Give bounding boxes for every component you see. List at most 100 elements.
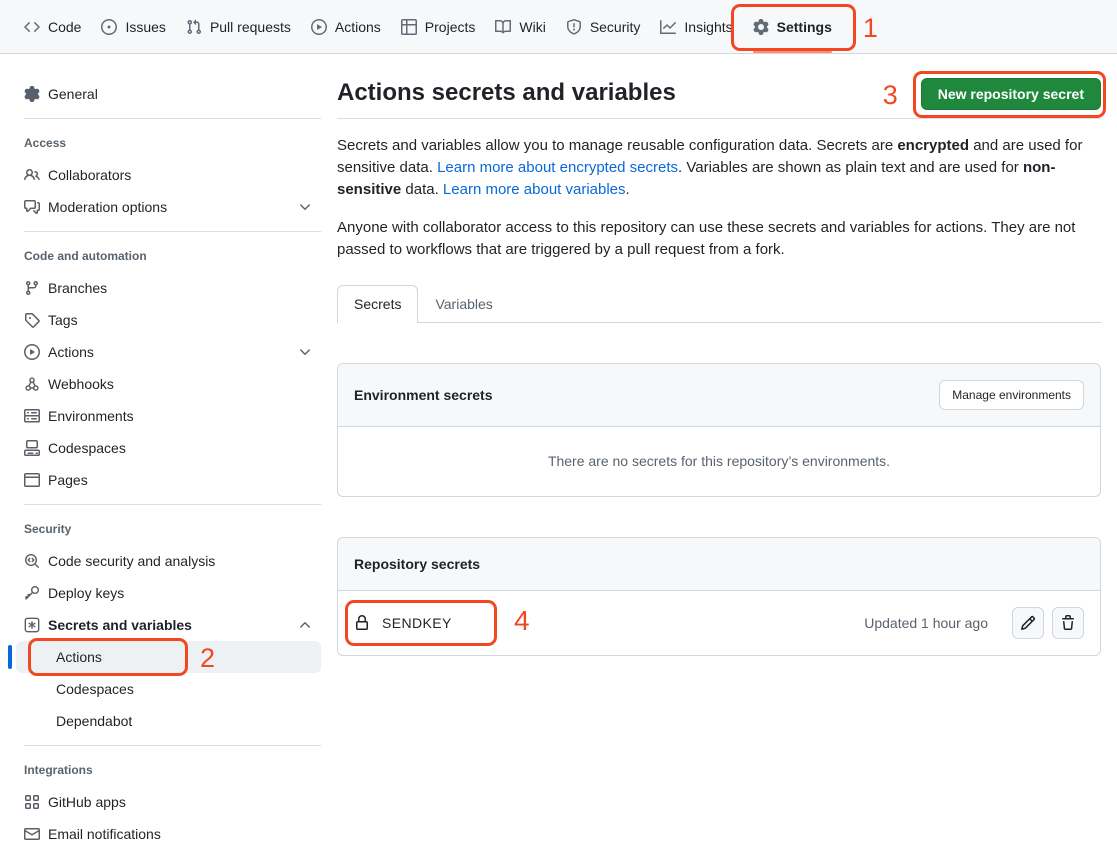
apps-icon <box>24 794 40 810</box>
nav-tab-wiki[interactable]: Wiki <box>485 0 555 53</box>
chevron-up-icon <box>297 617 313 633</box>
codescan-icon <box>24 553 40 569</box>
sidebar-item-label: Environments <box>48 408 134 424</box>
sidebar-item-actions[interactable]: Actions <box>16 336 321 368</box>
description-paragraph-1: Secrets and variables allow you to manag… <box>337 135 1101 201</box>
gear-icon <box>24 86 40 102</box>
lock-icon <box>354 615 370 631</box>
settings-sidebar: General Access Collaborators Moderation … <box>0 54 337 850</box>
secret-row-actions: Updated 1 hour ago <box>864 607 1084 639</box>
sidebar-item-label: Codespaces <box>56 681 134 697</box>
sidebar-item-general[interactable]: General <box>16 78 321 110</box>
nav-tab-security[interactable]: Security <box>556 0 651 53</box>
new-repository-secret-button[interactable]: New repository secret <box>921 78 1101 110</box>
annotation-number-4: 4 <box>514 607 530 635</box>
github-repo-settings-page: Code Issues Pull requests Actions Projec… <box>0 0 1117 850</box>
main-content: Actions secrets and variables New reposi… <box>337 54 1117 850</box>
sidebar-subitem-actions-selected[interactable]: Actions 2 <box>16 641 321 673</box>
gear-icon <box>753 19 769 35</box>
repository-secrets-panel: Repository secrets SENDKEY 4 Updated 1 h… <box>337 537 1101 656</box>
sidebar-item-label: Webhooks <box>48 376 114 392</box>
nav-tab-pull-requests[interactable]: Pull requests <box>176 0 301 53</box>
chevron-down-icon <box>297 199 313 215</box>
nav-tab-issues[interactable]: Issues <box>91 0 175 53</box>
sidebar-item-tags[interactable]: Tags <box>16 304 321 336</box>
sidebar-item-pages[interactable]: Pages <box>16 464 321 496</box>
browser-icon <box>24 472 40 488</box>
people-icon <box>24 167 40 183</box>
sidebar-item-code-security[interactable]: Code security and analysis <box>16 545 321 577</box>
sidebar-item-label: Secrets and variables <box>48 617 192 633</box>
sidebar-item-collaborators[interactable]: Collaborators <box>16 159 321 191</box>
secret-name-group: SENDKEY 4 <box>354 613 452 633</box>
branch-icon <box>24 280 40 296</box>
sidebar-item-label: Deploy keys <box>48 585 124 601</box>
panel-title: Repository secrets <box>354 554 480 574</box>
sidebar-subitem-dependabot[interactable]: Dependabot <box>16 705 321 737</box>
repo-nav: Code Issues Pull requests Actions Projec… <box>0 0 1117 54</box>
pull-request-icon <box>186 19 202 35</box>
sidebar-item-label: General <box>48 86 98 102</box>
sidebar-item-webhooks[interactable]: Webhooks <box>16 368 321 400</box>
sidebar-item-environments[interactable]: Environments <box>16 400 321 432</box>
environment-secrets-panel: Environment secrets Manage environments … <box>337 363 1101 497</box>
sidebar-item-label: Moderation options <box>48 199 167 215</box>
nav-tab-label: Insights <box>684 19 732 35</box>
nav-tab-insights[interactable]: Insights <box>650 0 742 53</box>
nav-tab-code[interactable]: Code <box>14 0 91 53</box>
key-icon <box>24 585 40 601</box>
sidebar-item-label: Tags <box>48 312 78 328</box>
environment-secrets-header: Environment secrets Manage environments <box>338 364 1100 427</box>
environment-secrets-empty-text: There are no secrets for this repository… <box>338 427 1100 496</box>
sidebar-subitem-codespaces[interactable]: Codespaces <box>16 673 321 705</box>
sidebar-item-secrets-and-variables[interactable]: Secrets and variables <box>16 609 321 641</box>
sidebar-item-label: Email notifications <box>48 826 161 842</box>
nav-tab-actions[interactable]: Actions <box>301 0 391 53</box>
issue-opened-icon <box>101 19 117 35</box>
sidebar-item-label: Codespaces <box>48 440 126 456</box>
pencil-icon <box>1020 615 1036 631</box>
nav-tab-projects[interactable]: Projects <box>391 0 486 53</box>
asterisk-box-icon <box>24 617 40 633</box>
delete-secret-button[interactable] <box>1052 607 1084 639</box>
link-learn-more-variables[interactable]: Learn more about variables <box>443 181 626 198</box>
comment-discussion-icon <box>24 199 40 215</box>
sidebar-item-label: GitHub apps <box>48 794 126 810</box>
nav-tab-settings[interactable]: Settings 1 <box>743 0 842 53</box>
link-learn-more-encrypted-secrets[interactable]: Learn more about encrypted secrets <box>437 159 678 176</box>
annotation-box-2 <box>28 638 188 676</box>
sidebar-item-label: Actions <box>48 344 94 360</box>
server-icon <box>24 408 40 424</box>
sidebar-item-branches[interactable]: Branches <box>16 272 321 304</box>
manage-environments-button[interactable]: Manage environments <box>939 380 1084 410</box>
tab-variables[interactable]: Variables <box>418 285 509 323</box>
secret-name: SENDKEY <box>382 613 452 633</box>
shield-icon <box>566 19 582 35</box>
sidebar-item-deploy-keys[interactable]: Deploy keys <box>16 577 321 609</box>
sidebar-section-code-automation: Code and automation <box>16 240 321 272</box>
active-tab-underline <box>753 51 832 53</box>
tab-secrets[interactable]: Secrets <box>337 285 418 323</box>
sidebar-item-codespaces[interactable]: Codespaces <box>16 432 321 464</box>
sidebar-item-label: Code security and analysis <box>48 553 215 569</box>
codespaces-icon <box>24 440 40 456</box>
play-icon <box>311 19 327 35</box>
tag-icon <box>24 312 40 328</box>
desc-text: Secrets and variables allow you to manag… <box>337 137 897 154</box>
repository-secrets-header: Repository secrets <box>338 538 1100 591</box>
edit-secret-button[interactable] <box>1012 607 1044 639</box>
chevron-down-icon <box>297 344 313 360</box>
play-icon <box>24 344 40 360</box>
sidebar-divider <box>24 745 321 746</box>
sidebar-item-email-notifications[interactable]: Email notifications <box>16 818 321 850</box>
sidebar-item-github-apps[interactable]: GitHub apps <box>16 786 321 818</box>
nav-tab-label: Security <box>590 19 641 35</box>
new-secret-button-wrap: New repository secret 3 <box>921 78 1101 110</box>
annotation-number-3: 3 <box>883 82 898 109</box>
secret-updated-timestamp: Updated 1 hour ago <box>864 615 988 631</box>
secret-row-sendkey: SENDKEY 4 Updated 1 hour ago <box>338 591 1100 655</box>
secrets-variables-tabnav: Secrets Variables <box>337 285 1101 323</box>
sidebar-item-moderation-options[interactable]: Moderation options <box>16 191 321 223</box>
sidebar-section-security: Security <box>16 513 321 545</box>
annotation-number-2: 2 <box>200 645 215 672</box>
